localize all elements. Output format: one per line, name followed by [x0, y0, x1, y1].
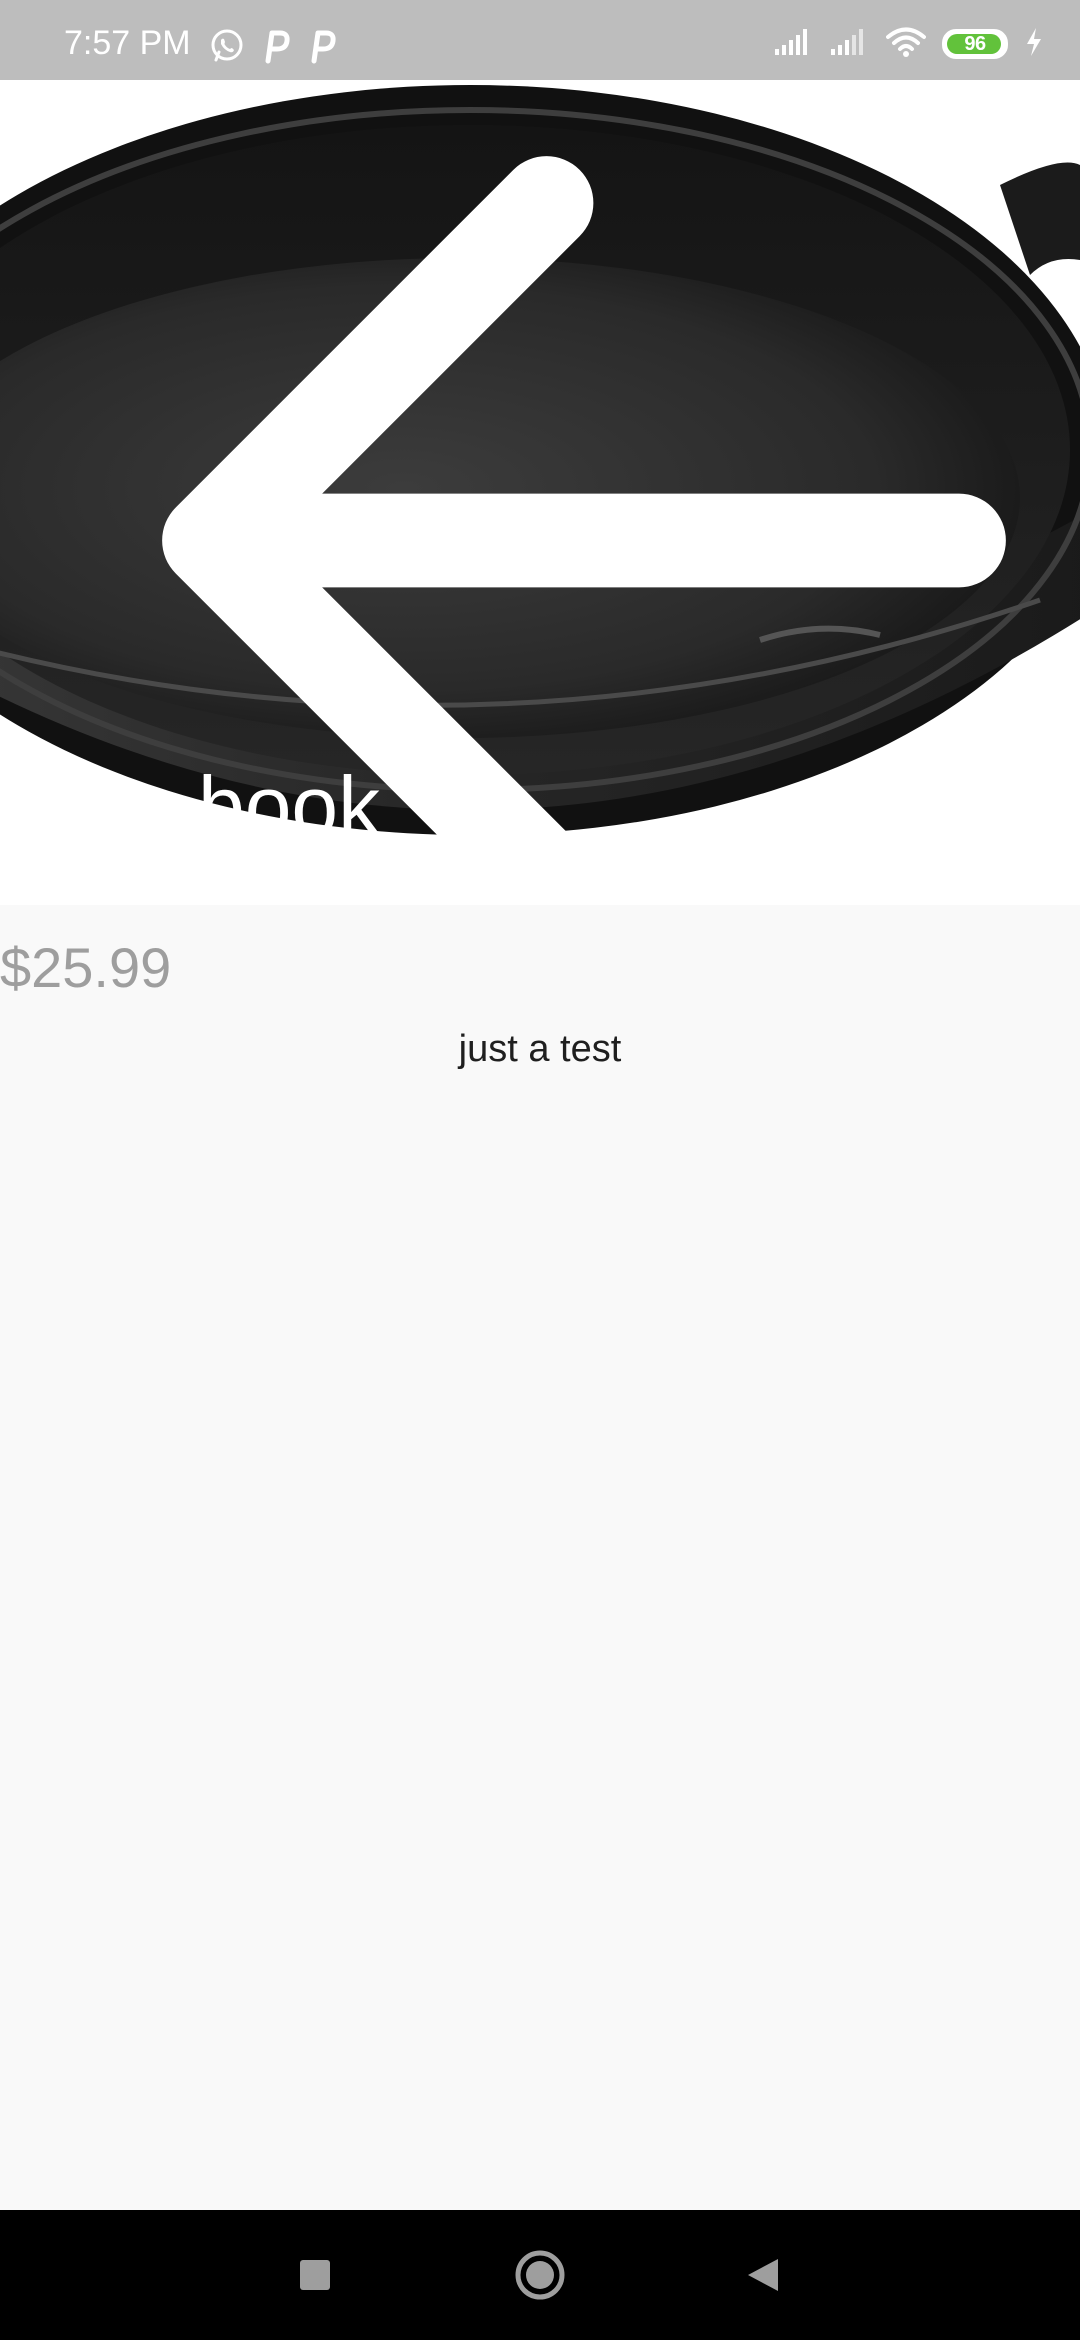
signal-icon	[830, 27, 870, 61]
wifi-icon	[886, 26, 926, 62]
charging-icon	[1024, 26, 1044, 62]
circle-icon	[515, 2250, 565, 2300]
home-button[interactable]	[510, 2245, 570, 2305]
product-image: book	[0, 80, 1080, 905]
status-time: 7:57 PM	[64, 24, 191, 62]
navigation-bar	[0, 2210, 1080, 2340]
product-description: just a test	[458, 1028, 622, 1070]
status-bar: 7:57 PM 96	[0, 0, 1080, 80]
parking-icon	[306, 27, 338, 69]
product-price: $25.99	[0, 936, 172, 999]
status-system-icons: 96	[774, 24, 1044, 64]
triangle-back-icon	[748, 2259, 778, 2291]
parking-icon	[260, 27, 292, 69]
signal-icon	[774, 27, 814, 61]
status-notification-icons	[208, 28, 338, 68]
back-button[interactable]	[44, 128, 1006, 905]
recents-button[interactable]	[285, 2245, 345, 2305]
battery-icon: 96	[942, 29, 1008, 59]
whatsapp-icon	[208, 27, 246, 69]
square-icon	[300, 2260, 330, 2290]
back-nav-button[interactable]	[732, 2245, 792, 2305]
battery-level-text: 96	[964, 32, 986, 55]
product-title: book	[198, 759, 381, 853]
